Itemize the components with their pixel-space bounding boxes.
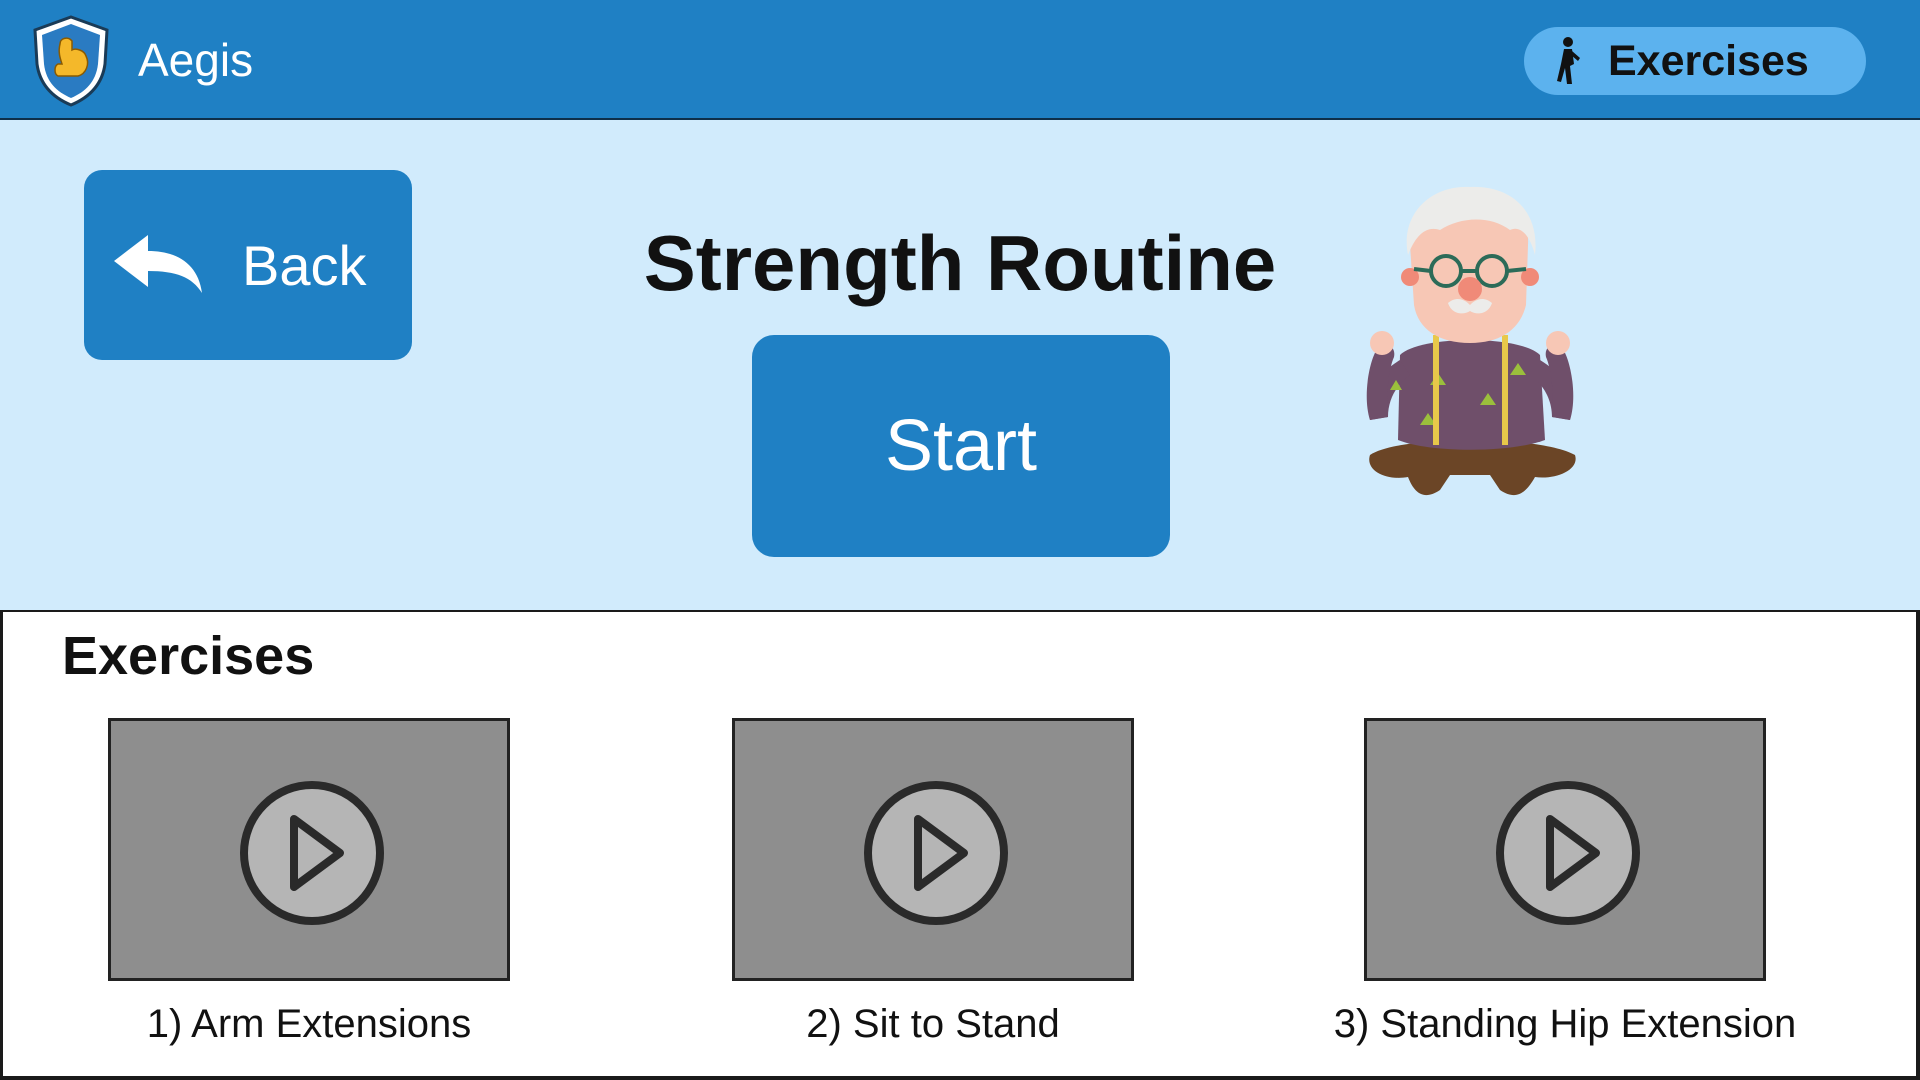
start-button[interactable]: Start [752,335,1170,557]
exercise-caption: 3) Standing Hip Extension [1333,1002,1797,1046]
app-logo-icon [33,15,109,107]
section-bottom-border [0,1076,1920,1080]
exercise-caption: 1) Arm Extensions [146,1002,472,1046]
exercise-caption: 2) Sit to Stand [806,1002,1060,1046]
app-title: Aegis [138,34,254,86]
page-title: Strength Routine [643,219,1277,307]
elderly-man-flexing-illustration [1366,186,1576,496]
play-icon [864,781,1008,925]
nav-exercises-label: Exercises [1608,36,1809,85]
section-right-border [1916,612,1920,1080]
exercise-video-thumbnail[interactable] [108,718,510,981]
exercise-video-thumbnail[interactable] [732,718,1134,981]
reply-arrow-icon [114,235,202,293]
play-icon [1496,781,1640,925]
start-button-label: Start [884,406,1038,486]
nav-exercises-button[interactable]: Exercises [1524,27,1866,95]
play-icon [240,781,384,925]
exercise-video-thumbnail[interactable] [1364,718,1766,981]
exercises-heading: Exercises [62,626,315,686]
person-exercise-icon [1557,37,1580,84]
back-button[interactable]: Back [84,170,412,360]
back-button-label: Back [242,233,367,297]
section-left-border [0,612,3,1080]
